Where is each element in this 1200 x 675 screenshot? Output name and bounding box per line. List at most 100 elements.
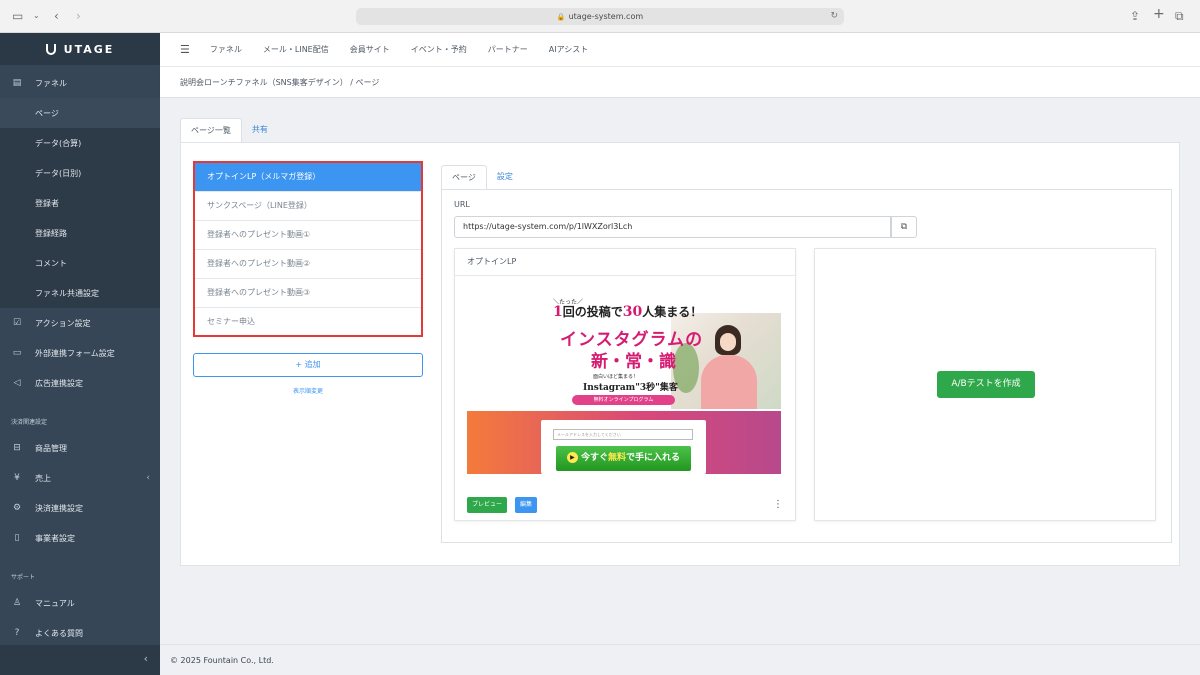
question-icon: ? bbox=[14, 628, 20, 638]
nav-partner[interactable]: パートナー bbox=[488, 44, 528, 55]
create-ab-test-button[interactable]: A/Bテストを作成 bbox=[937, 371, 1035, 398]
tabs-overview-icon[interactable]: ⧉ bbox=[1175, 9, 1184, 23]
gear-icon: ⚙ bbox=[12, 503, 22, 513]
change-order-link[interactable]: 表示順変更 bbox=[193, 386, 423, 395]
sidebar-item-products[interactable]: ⊟ 商品管理 bbox=[0, 433, 160, 463]
tab-share[interactable]: 共有 bbox=[242, 118, 278, 142]
forward-icon[interactable]: › bbox=[76, 9, 81, 23]
preview-button[interactable]: プレビュー bbox=[467, 497, 508, 513]
share-icon[interactable]: ⇪ bbox=[1130, 9, 1140, 23]
page-tabs: ページ一覧 共有 bbox=[180, 118, 278, 142]
back-icon[interactable]: ‹ bbox=[54, 9, 59, 23]
thumbnail-subtext: 面白いほど集まる！ bbox=[593, 374, 639, 380]
tab-page[interactable]: ページ bbox=[441, 165, 487, 189]
sidebar-item-external-forms[interactable]: ▭ 外部連携フォーム設定 bbox=[0, 338, 160, 368]
funnel-icon: ▤ bbox=[12, 78, 22, 88]
sidebar-collapse-button[interactable]: ‹ bbox=[0, 645, 160, 675]
sidebar-item-routes[interactable]: 登録経路 bbox=[0, 218, 160, 248]
sidebar-item-label: 登録経路 bbox=[35, 228, 67, 238]
sidebar-item-label: 事業者設定 bbox=[35, 533, 75, 543]
sidebar-item-comments[interactable]: コメント bbox=[0, 248, 160, 278]
lead-text: 人集まる！ bbox=[642, 305, 703, 319]
top-navigation: ☰ ファネル メール・LINE配信 会員サイト イベント・予約 パートナー AI… bbox=[160, 33, 1200, 67]
list-item[interactable]: 登録者へのプレゼント動画② bbox=[195, 250, 421, 279]
section-support: サポート bbox=[11, 574, 36, 581]
tab-settings[interactable]: 設定 bbox=[487, 165, 523, 189]
page-thumbnail[interactable]: ＼たった／ 1回の投稿で30人集まる！ インスタグラムの 新・常・識 面白いほど… bbox=[467, 287, 781, 474]
nav-events[interactable]: イベント・予約 bbox=[411, 44, 467, 55]
detail-tabs: ページ 設定 bbox=[441, 165, 523, 189]
sidebar-item-label: ページ bbox=[35, 108, 59, 118]
add-page-button[interactable]: + 追加 bbox=[193, 353, 423, 377]
chevron-left-icon: ‹ bbox=[143, 652, 148, 665]
more-options-icon[interactable]: ⋮ bbox=[773, 499, 783, 510]
list-item[interactable]: 登録者へのプレゼント動画① bbox=[195, 221, 421, 250]
nav-funnel[interactable]: ファネル bbox=[210, 44, 242, 55]
menu-icon[interactable]: ☰ bbox=[180, 43, 190, 56]
logo[interactable]: UTAGE bbox=[0, 33, 160, 65]
yen-icon: ¥ bbox=[14, 473, 20, 483]
thumbnail-cta: ▶ 今すぐ無料で手に入れる bbox=[556, 446, 691, 471]
sidebar-item-label: データ(日別) bbox=[35, 168, 82, 178]
copy-url-button[interactable]: ⧉ bbox=[891, 216, 917, 238]
sidebar-item-label: 広告連携設定 bbox=[35, 378, 83, 388]
sidebar-item-data-daily[interactable]: データ(日別) bbox=[0, 158, 160, 188]
list-item[interactable]: オプトインLP（メルマガ登録） bbox=[195, 163, 421, 192]
breadcrumb: 説明会ローンチファネル（SNS集客デザイン） / ページ bbox=[160, 67, 1200, 98]
list-item[interactable]: セミナー申込 bbox=[195, 308, 421, 337]
new-tab-icon[interactable]: + bbox=[1153, 7, 1165, 21]
sidebar-item-label: 売上 bbox=[35, 473, 51, 483]
sidebar-item-label: データ(合算) bbox=[35, 138, 82, 148]
section-payment: 決済関連設定 bbox=[11, 419, 48, 426]
thumbnail-lead: 1回の投稿で30人集まる！ bbox=[553, 303, 702, 320]
sidebar-toggle-icon[interactable]: ▭ bbox=[12, 9, 23, 23]
nav-mail-line[interactable]: メール・LINE配信 bbox=[263, 44, 329, 55]
sidebar-item-funnel-settings[interactable]: ファネル共通設定 bbox=[0, 278, 160, 308]
sidebar-item-actions[interactable]: ☑ アクション設定 bbox=[0, 308, 160, 338]
copy-icon: ⧉ bbox=[900, 222, 908, 232]
edit-button[interactable]: 編集 bbox=[515, 497, 538, 513]
nav-ai-assist[interactable]: AIアシスト bbox=[549, 44, 589, 55]
url-label: URL bbox=[454, 200, 470, 209]
address-bar[interactable]: 🔒 utage-system.com ↻ bbox=[356, 8, 844, 25]
sidebar-item-manual[interactable]: ♙ マニュアル bbox=[0, 588, 160, 618]
nav-member-site[interactable]: 会員サイト bbox=[350, 44, 390, 55]
browser-toolbar: ▭ ⌄ ‹ › 🔒 utage-system.com ↻ ⇪ + ⧉ bbox=[0, 0, 1200, 33]
lock-icon: 🔒 bbox=[556, 13, 566, 21]
list-item[interactable]: サンクスページ（LINE登録） bbox=[195, 192, 421, 221]
sidebar-item-data-total[interactable]: データ(合算) bbox=[0, 128, 160, 158]
sidebar-item-faq[interactable]: ? よくある質問 bbox=[0, 618, 160, 648]
url-field[interactable]: https://utage-system.com/p/1lWXZorl3Lch bbox=[454, 216, 891, 238]
sidebar-item-registrants[interactable]: 登録者 bbox=[0, 188, 160, 218]
thumbnail-badge: 無料オンラインプログラム bbox=[572, 395, 675, 405]
sidebar-item-sales[interactable]: ¥ 売上 ‹ bbox=[0, 463, 160, 493]
sidebar-item-label: 外部連携フォーム設定 bbox=[35, 348, 115, 358]
thumbnail-form: メールアドレスを入力してください ▶ 今すぐ無料で手に入れる bbox=[541, 420, 706, 474]
card-title: オプトインLP bbox=[455, 249, 795, 276]
sidebar-item-funnel[interactable]: ▤ ファネル bbox=[0, 68, 160, 98]
cta-text: 無料 bbox=[607, 453, 626, 463]
building-icon: ▯ bbox=[14, 533, 20, 543]
basket-icon: ⊟ bbox=[13, 443, 21, 453]
logo-text: UTAGE bbox=[63, 42, 115, 56]
chevron-down-icon[interactable]: ⌄ bbox=[33, 9, 40, 23]
person-body-shape bbox=[701, 355, 757, 409]
main-content: ページ一覧 共有 オプトインLP（メルマガ登録） サンクスページ（LINE登録）… bbox=[160, 98, 1200, 644]
sidebar-item-label: マニュアル bbox=[35, 598, 75, 608]
sidebar-item-business[interactable]: ▯ 事業者設定 bbox=[0, 523, 160, 553]
thumbnail-email-input: メールアドレスを入力してください bbox=[553, 429, 693, 440]
sidebar-item-label: 商品管理 bbox=[35, 443, 67, 453]
reload-icon[interactable]: ↻ bbox=[830, 8, 838, 25]
sidebar-item-payment-integration[interactable]: ⚙ 決済連携設定 bbox=[0, 493, 160, 523]
lead-number: 30 bbox=[622, 304, 643, 320]
sidebar-item-label: ファネル共通設定 bbox=[35, 288, 99, 298]
thumbnail-headline-2: 新・常・識 bbox=[591, 352, 676, 372]
thumbnail-form-band: メールアドレスを入力してください ▶ 今すぐ無料で手に入れる bbox=[467, 411, 781, 474]
address-text: utage-system.com bbox=[568, 12, 644, 21]
list-item[interactable]: 登録者へのプレゼント動画③ bbox=[195, 279, 421, 308]
footer: © 2025 Fountain Co., Ltd. bbox=[160, 644, 1200, 675]
tab-page-list[interactable]: ページ一覧 bbox=[180, 118, 242, 142]
ab-test-card: A/Bテストを作成 bbox=[814, 248, 1156, 521]
sidebar-item-page[interactable]: ページ bbox=[0, 98, 160, 128]
sidebar-item-ads[interactable]: ◁ 広告連携設定 bbox=[0, 368, 160, 398]
